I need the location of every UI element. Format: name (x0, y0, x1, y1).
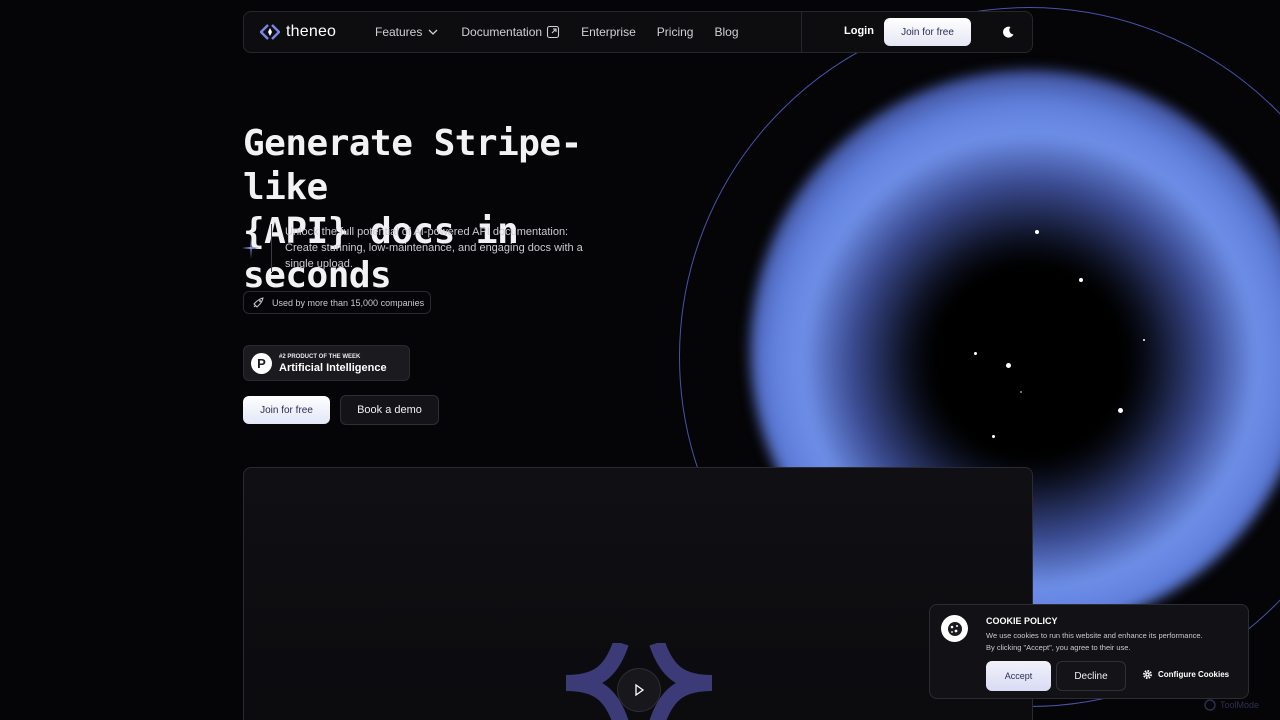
hero-join-button[interactable]: Join for free (243, 396, 330, 424)
chevron-down-icon (428, 29, 438, 35)
cookie-banner: COOKIE POLICY We use cookies to run this… (929, 604, 1249, 699)
watermark-text: ToolMode (1220, 700, 1260, 710)
nav-link-label: Blog (714, 25, 739, 39)
video-card (243, 467, 1033, 720)
star (1020, 391, 1022, 393)
page: theneo Features Documentation Enterprise… (0, 0, 1280, 720)
product-hunt-text: #2 PRODUCT OF THE WEEK Artificial Intell… (279, 352, 387, 374)
star (1118, 408, 1123, 413)
hero-lead: Unlock the full potential of AI-powered … (285, 226, 583, 270)
logo[interactable]: theneo (260, 23, 360, 41)
cookie-decline-button[interactable]: Decline (1056, 661, 1126, 691)
nav-link-blog[interactable]: Blog (714, 25, 738, 39)
product-hunt-category: Artificial Intelligence (279, 362, 387, 374)
nav-link-documentation[interactable]: Documentation (461, 25, 560, 39)
companies-text: Used by more than 15,000 companies (272, 297, 425, 308)
navbar: theneo Features Documentation Enterprise… (243, 11, 1033, 53)
product-hunt-logo: P (251, 352, 272, 374)
star (992, 435, 995, 438)
play-button[interactable] (617, 668, 661, 712)
nav-links: Features Documentation Enterprise Pricin… (375, 25, 760, 39)
play-icon (635, 683, 645, 697)
watermark-icon (1204, 699, 1216, 711)
sparkle-icon (242, 237, 260, 259)
external-link-icon (547, 25, 560, 39)
moon-icon[interactable] (1001, 25, 1015, 39)
login-link[interactable]: Login (844, 25, 874, 37)
book-demo-button[interactable]: Book a demo (340, 395, 439, 425)
star (1079, 278, 1083, 282)
cookie-desc-line2: By clicking "Accept", you agree to their… (986, 643, 1131, 652)
nav-divider (801, 12, 802, 52)
configure-cookies-button[interactable]: Configure Cookies (1142, 669, 1229, 680)
nav-link-label: Enterprise (581, 25, 636, 39)
cookie-title: COOKIE POLICY (986, 616, 1058, 626)
gear-icon (1143, 670, 1152, 679)
star (1143, 339, 1145, 341)
cookie-icon (941, 615, 968, 642)
product-hunt-badge[interactable]: P #2 PRODUCT OF THE WEEK Artificial Inte… (243, 345, 410, 381)
star (1035, 230, 1039, 234)
nav-link-label: Documentation (461, 25, 543, 39)
cookie-desc-line1: We use cookies to run this website and e… (986, 631, 1203, 640)
configure-cookies-label: Configure Cookies (1158, 670, 1230, 679)
nav-link-label: Features (375, 25, 423, 39)
hero-title-line1: Generate Stripe-like (243, 123, 582, 208)
cookie-accept-button[interactable]: Accept (986, 661, 1051, 691)
cookie-description: We use cookies to run this website and e… (986, 630, 1231, 654)
nav-link-enterprise[interactable]: Enterprise (581, 25, 636, 39)
nav-link-label: Pricing (656, 25, 694, 39)
companies-pill: Used by more than 15,000 companies (243, 291, 431, 314)
logo-text: theneo (286, 23, 337, 40)
watermark: ToolMode (1204, 699, 1259, 711)
rocket-icon (253, 297, 264, 308)
nav-link-features[interactable]: Features (375, 25, 440, 39)
nav-link-pricing[interactable]: Pricing (657, 25, 694, 39)
theneo-logo-icon (260, 24, 280, 40)
star (1006, 363, 1011, 368)
lead-divider (271, 224, 272, 272)
nav-join-button[interactable]: Join for free (884, 18, 971, 46)
star (974, 352, 977, 355)
